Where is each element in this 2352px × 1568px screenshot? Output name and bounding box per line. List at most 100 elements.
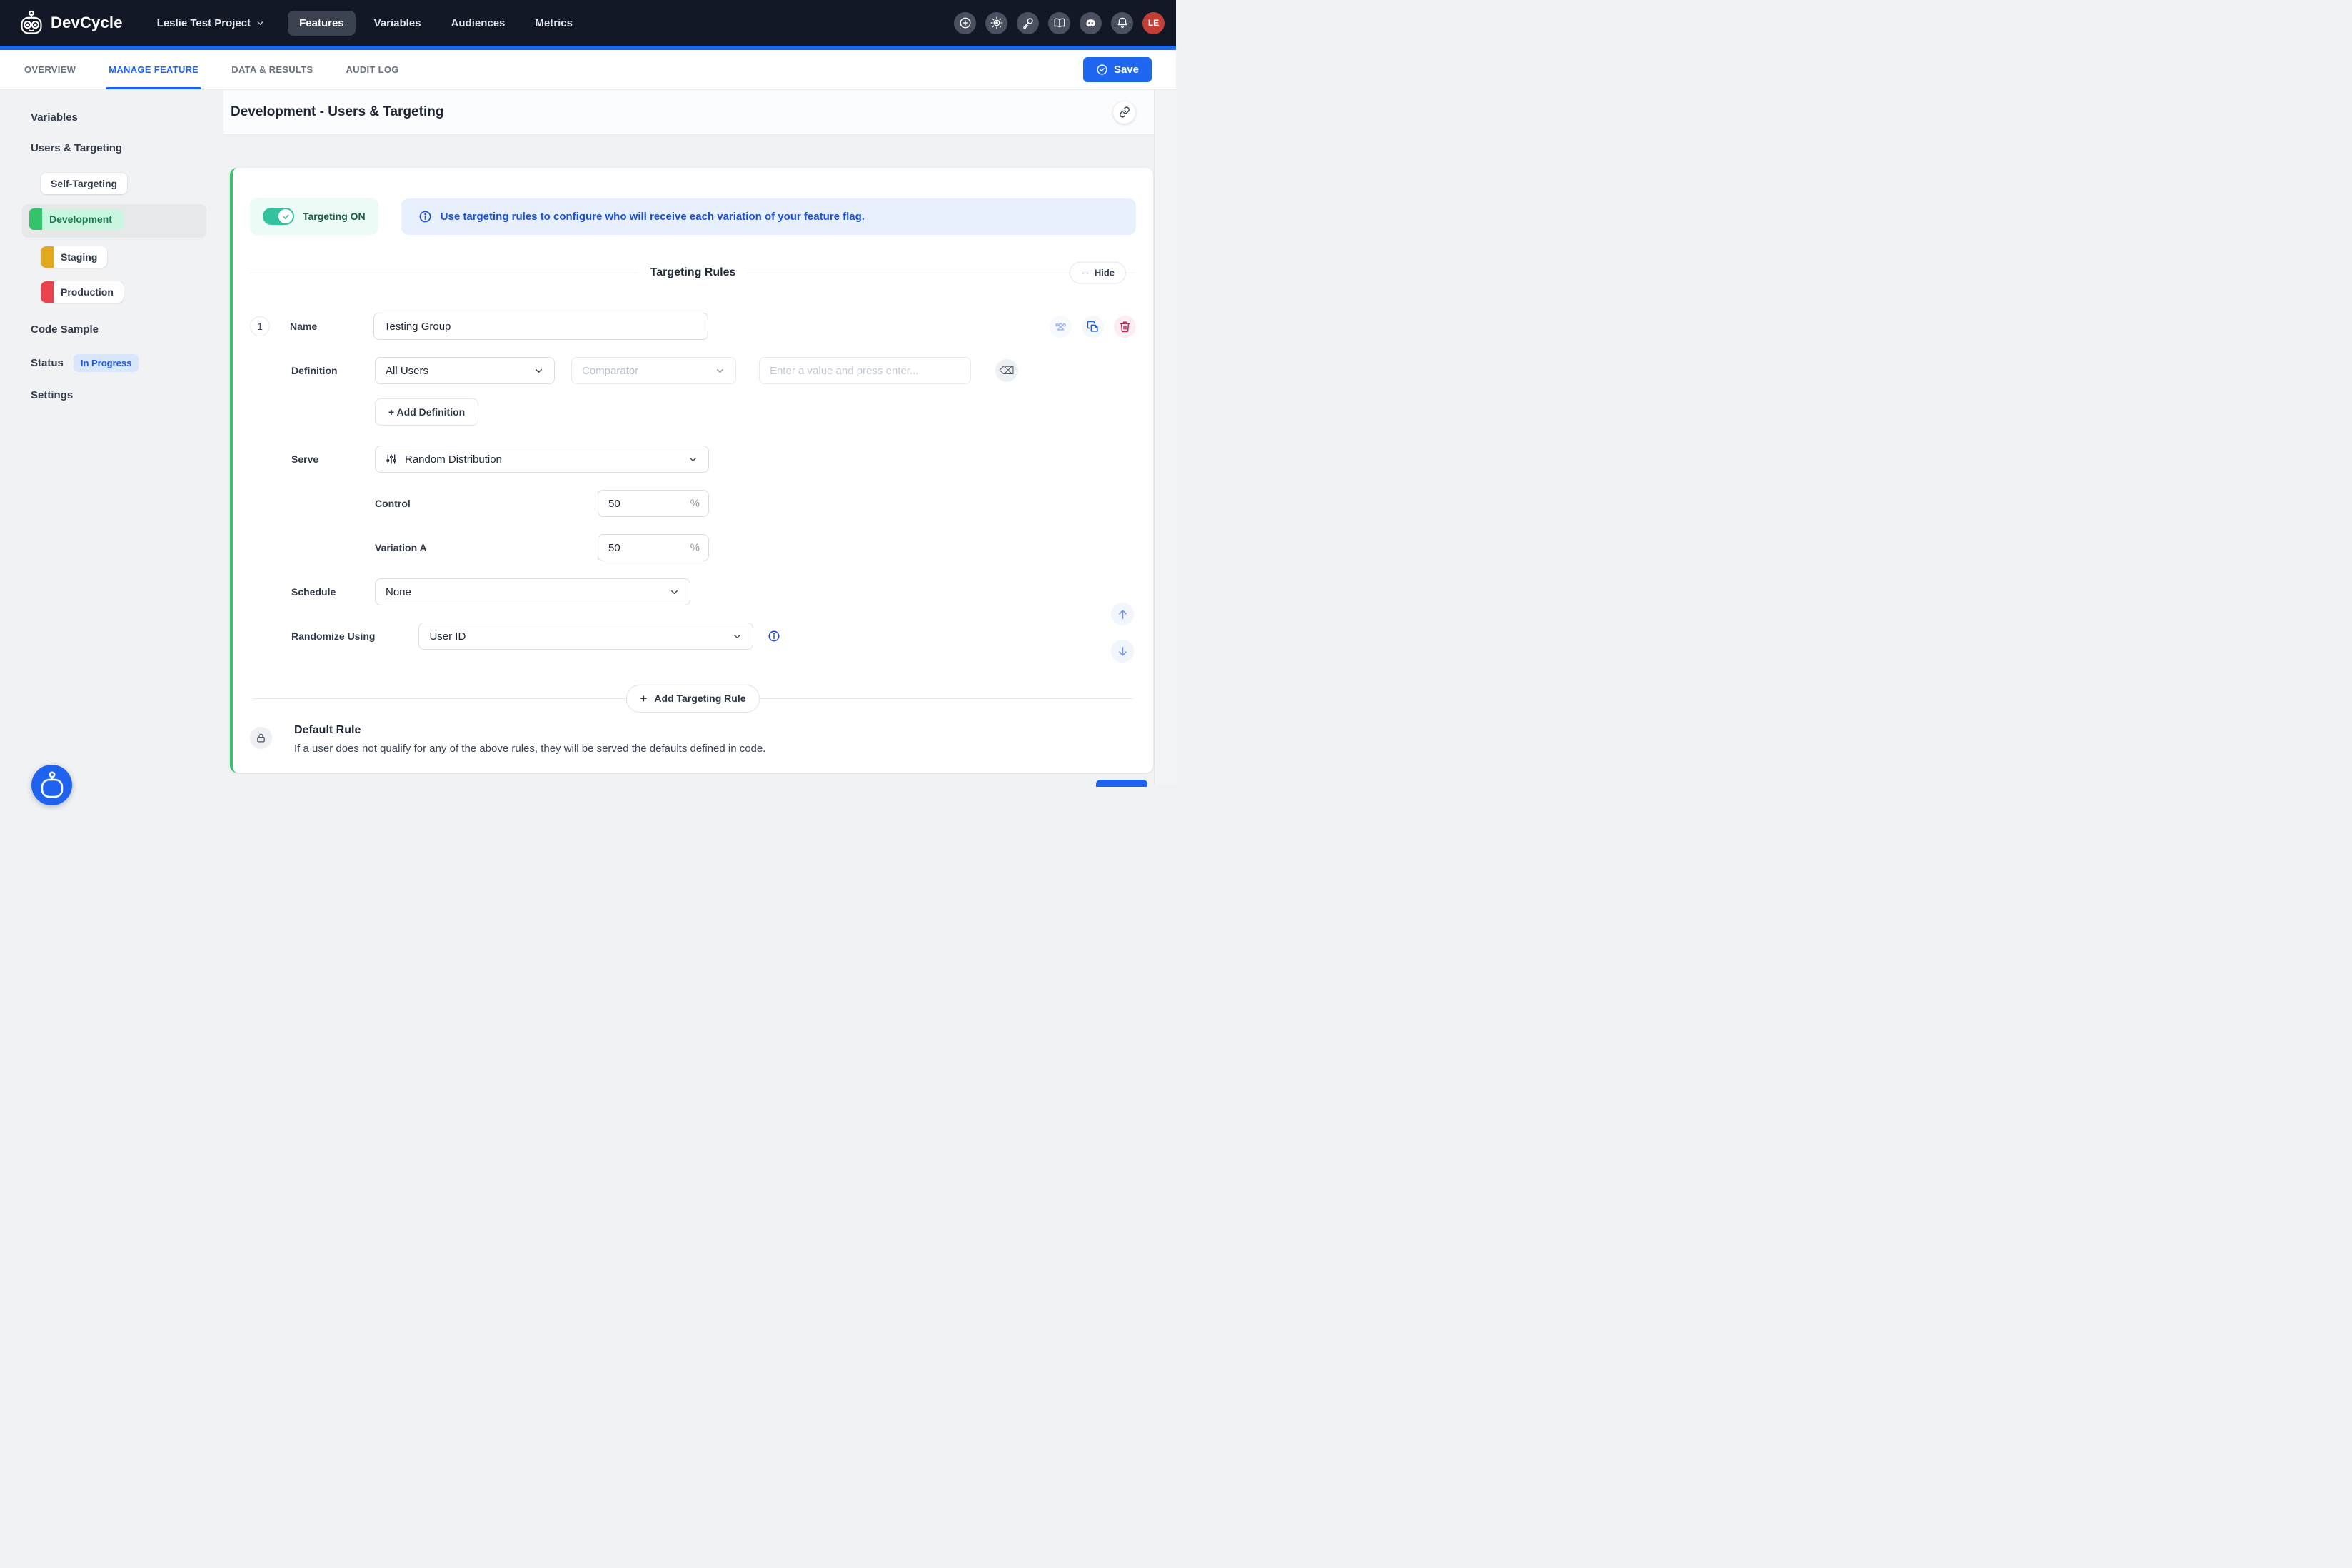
discord-button[interactable] <box>1080 12 1102 34</box>
chevron-down-icon <box>688 454 698 465</box>
check-icon <box>282 213 290 221</box>
users-icon <box>1054 320 1067 333</box>
create-new-button[interactable] <box>954 12 976 34</box>
sidebar-item-self-targeting[interactable]: Self-Targeting <box>41 173 223 194</box>
tab-manage-feature[interactable]: MANAGE FEATURE <box>109 50 198 89</box>
copy-icon <box>1087 321 1099 333</box>
bottom-save-peek[interactable] <box>1096 780 1147 787</box>
sidebar-item-users-targeting[interactable]: Users & Targeting <box>31 142 223 154</box>
section-title: Targeting Rules <box>639 266 748 279</box>
name-label: Name <box>290 321 373 332</box>
nav-tab-variables[interactable]: Variables <box>363 11 433 36</box>
default-rule-title: Default Rule <box>294 724 765 737</box>
staging-color-swatch <box>41 246 54 268</box>
move-rule-down-button[interactable] <box>1111 640 1134 663</box>
gear-icon <box>990 16 1003 29</box>
variation-control-label: Control <box>375 498 598 509</box>
brand-name: DevCycle <box>51 14 123 32</box>
content-header: Development - Users & Targeting <box>223 90 1154 135</box>
sidebar-item-env-production[interactable]: Production <box>41 281 223 306</box>
targeting-rules-divider: Targeting Rules Hide <box>250 261 1136 284</box>
content-body: Targeting ON Use targeting rules to conf… <box>223 135 1154 784</box>
content-area: Development - Users & Targeting <box>223 90 1154 784</box>
settings-button[interactable] <box>985 12 1007 34</box>
user-avatar[interactable]: LE <box>1142 12 1165 34</box>
targeting-card: Targeting ON Use targeting rules to conf… <box>230 168 1153 773</box>
notifications-button[interactable] <box>1111 12 1133 34</box>
randomize-select[interactable]: User ID <box>418 623 753 650</box>
targeting-info-banner: Use targeting rules to configure who wil… <box>401 198 1136 235</box>
feature-sidebar: Variables Users & Targeting Self-Targeti… <box>0 90 223 784</box>
audience-users-button[interactable] <box>1050 316 1072 338</box>
tab-audit-log[interactable]: AUDIT LOG <box>346 50 398 89</box>
production-color-swatch <box>41 281 54 303</box>
comparator-select[interactable]: Comparator <box>571 357 736 384</box>
assistant-fab-button[interactable] <box>31 765 72 805</box>
docs-button[interactable] <box>1048 12 1070 34</box>
api-keys-button[interactable] <box>1017 12 1039 34</box>
development-color-swatch <box>29 208 42 230</box>
project-name: Leslie Test Project <box>157 17 251 29</box>
check-circle-icon <box>1096 64 1108 76</box>
add-definition-button[interactable]: + Add Definition <box>375 398 478 426</box>
trash-icon <box>1119 321 1131 333</box>
rule-actions <box>1050 316 1136 338</box>
targeting-toggle-card: Targeting ON <box>250 198 378 235</box>
comparator-placeholder: Comparator <box>582 365 638 377</box>
backspace-icon: ⌫ <box>999 364 1014 377</box>
status-badge[interactable]: In Progress <box>74 354 139 372</box>
randomize-info-button[interactable] <box>768 630 780 643</box>
top-nav-actions: LE <box>954 12 1165 34</box>
sidebar-item-code-sample[interactable]: Code Sample <box>31 323 223 336</box>
sidebar-item-env-development[interactable]: Development <box>22 204 206 238</box>
clear-definition-button[interactable]: ⌫ <box>995 359 1018 382</box>
default-rule-section: Default Rule If a user does not qualify … <box>250 724 765 755</box>
info-icon <box>418 210 432 223</box>
targeting-toggle[interactable] <box>263 208 294 225</box>
serve-select[interactable]: Random Distribution <box>375 446 709 473</box>
project-selector[interactable]: Leslie Test Project <box>157 17 265 29</box>
sidebar-item-env-staging[interactable]: Staging <box>41 246 223 271</box>
copy-link-button[interactable] <box>1113 101 1135 124</box>
save-button[interactable]: Save <box>1083 57 1152 82</box>
book-icon <box>1053 16 1066 29</box>
schedule-label: Schedule <box>291 586 375 598</box>
tab-overview[interactable]: OVERVIEW <box>24 50 76 89</box>
schedule-select[interactable]: None <box>375 578 690 605</box>
banner-text: Use targeting rules to configure who wil… <box>441 211 865 223</box>
definition-label: Definition <box>291 365 375 376</box>
nav-tab-audiences[interactable]: Audiences <box>440 11 517 36</box>
chevron-down-icon <box>256 19 265 28</box>
default-rule-description: If a user does not qualify for any of th… <box>294 743 765 755</box>
feature-tabs: OVERVIEW MANAGE FEATURE DATA & RESULTS A… <box>24 50 399 89</box>
sidebar-item-settings[interactable]: Settings <box>31 389 223 401</box>
definition-value-input[interactable] <box>759 357 971 384</box>
audience-select[interactable]: All Users <box>375 357 555 384</box>
delete-rule-button[interactable] <box>1114 316 1136 338</box>
percent-sign: % <box>690 498 700 510</box>
serve-select-value: Random Distribution <box>405 453 502 466</box>
arrow-down-icon <box>1117 645 1129 658</box>
serve-label: Serve <box>291 453 375 465</box>
hide-button[interactable]: Hide <box>1070 262 1126 284</box>
chevron-down-icon <box>533 366 544 376</box>
feature-sub-nav: OVERVIEW MANAGE FEATURE DATA & RESULTS A… <box>0 50 1176 90</box>
add-targeting-rule-button[interactable]: + Add Targeting Rule <box>626 685 759 713</box>
discord-icon <box>1084 16 1097 30</box>
move-rule-up-button[interactable] <box>1111 603 1134 625</box>
plus-circle-icon <box>959 16 972 29</box>
tab-data-results[interactable]: DATA & RESULTS <box>231 50 313 89</box>
toggle-knob <box>278 209 293 223</box>
nav-tab-metrics[interactable]: Metrics <box>523 11 584 36</box>
lock-icon <box>256 733 266 743</box>
production-label: Production <box>54 281 124 303</box>
nav-tab-features[interactable]: Features <box>288 11 356 36</box>
rule-name-input[interactable] <box>373 313 708 340</box>
sidebar-item-variables[interactable]: Variables <box>31 111 223 124</box>
lock-badge <box>250 727 272 749</box>
devcycle-logo[interactable]: DevCycle <box>19 10 123 36</box>
targeting-rule-1: 1 Name Definition All Users <box>250 313 1136 650</box>
main-area: Variables Users & Targeting Self-Targeti… <box>0 90 1176 784</box>
duplicate-rule-button[interactable] <box>1082 316 1104 338</box>
scrollbar-gutter[interactable] <box>1154 90 1176 784</box>
